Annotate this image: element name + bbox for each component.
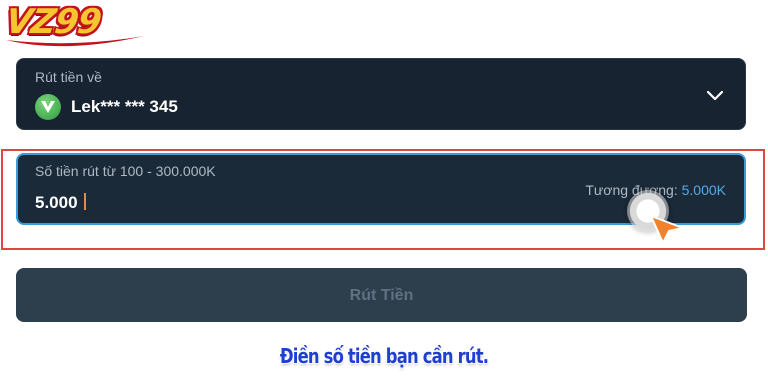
equivalent-value: 5.000K: [681, 182, 726, 198]
equivalent-label: Tương đương:: [585, 182, 678, 198]
instruction-caption: Điền số tiền bạn cần rút.: [279, 344, 489, 368]
amount-range-label: Số tiền rút từ 100 - 300.000K: [35, 163, 216, 179]
withdraw-account-select[interactable]: Rút tiền về Lek*** *** 345: [16, 58, 746, 130]
withdraw-button[interactable]: Rút Tiền: [16, 268, 747, 322]
amount-value: 5.000: [35, 193, 78, 212]
bank-logo-icon: [35, 94, 61, 120]
logo-text: VZ99: [3, 2, 104, 42]
account-number: Lek*** *** 345: [71, 97, 178, 116]
cursor-arrow-icon: [650, 215, 684, 244]
withdraw-screen: VZ99 Rút tiền về Lek*** *** 345 Số tiền …: [0, 0, 768, 384]
withdraw-to-label: Rút tiền về: [35, 69, 102, 85]
chevron-down-icon[interactable]: [705, 85, 725, 105]
brand-logo: VZ99: [3, 2, 154, 50]
text-caret: [83, 193, 86, 210]
amount-field[interactable]: 5.000: [35, 193, 86, 213]
